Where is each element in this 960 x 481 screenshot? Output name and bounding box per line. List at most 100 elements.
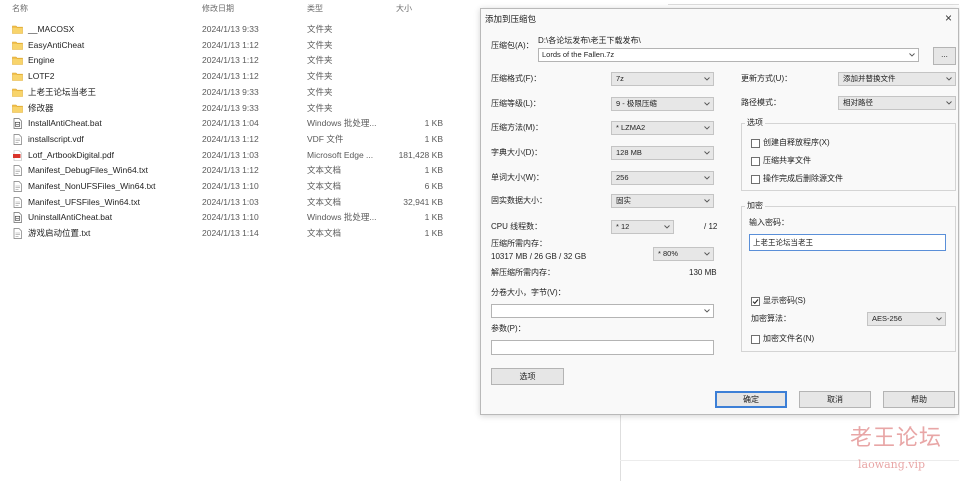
dialog-title: 添加到压缩包 [485, 14, 537, 24]
file-size: 1 KB [424, 118, 443, 129]
file-row[interactable]: 游戏启动位置.txt 2024/1/13 1:14 文本文档 1 KB [0, 226, 470, 241]
parameters-label: 参数(P)： [491, 324, 526, 333]
method-select[interactable]: * LZMA2 [611, 121, 714, 135]
column-header-type[interactable]: 类型 [307, 4, 323, 13]
show-password-label[interactable]: 显示密码(S) [763, 296, 806, 306]
memory-usage-select[interactable]: * 80% [653, 247, 714, 261]
close-icon[interactable]: × [945, 12, 952, 24]
file-name: installscript.vdf [28, 133, 84, 144]
volume-size-combobox[interactable] [491, 304, 714, 318]
compress-shared-files-checkbox[interactable] [751, 157, 760, 166]
ok-button[interactable]: 确定 [715, 391, 787, 408]
file-modified: 2024/1/13 1:04 [202, 118, 259, 129]
memory-compress-label: 压缩所需内存： [491, 239, 547, 248]
file-type: 文件夹 [307, 24, 333, 34]
update-mode-label: 更新方式(U)： [741, 74, 793, 83]
file-row[interactable]: 修改器 2024/1/13 9:33 文件夹 [0, 101, 470, 116]
file-modified: 2024/1/13 1:12 [202, 39, 259, 50]
encrypt-file-names-label[interactable]: 加密文件名(N) [763, 334, 814, 344]
file-name: UninstallAntiCheat.bat [28, 212, 113, 223]
chevron-down-icon [704, 126, 710, 130]
file-row[interactable]: EasyAntiCheat 2024/1/13 1:12 文件夹 [0, 38, 470, 53]
file-name: 上老王论坛当老王 [28, 86, 97, 97]
options-button[interactable]: 选项 [491, 368, 564, 385]
memory-decompress-label: 解压缩所需内存： [491, 268, 555, 277]
file-size: 32,941 KB [403, 196, 443, 207]
file-type: 文件夹 [307, 55, 333, 66]
update-mode-select[interactable]: 添加并替换文件 [838, 72, 956, 86]
help-button[interactable]: 帮助 [883, 391, 955, 408]
encryption-group-title: 加密 [745, 201, 765, 211]
folder-icon [12, 87, 23, 98]
column-header-name[interactable]: 名称 [12, 4, 28, 13]
file-row[interactable]: installscript.vdf 2024/1/13 1:12 VDF 文件 1 K… [0, 132, 470, 147]
word-size-select[interactable]: 256 [611, 171, 714, 185]
file-type: Microsoft Edge ... [307, 149, 374, 160]
path-mode-label: 路径模式： [741, 98, 781, 107]
create-sfx-label[interactable]: 创建自释放程序(X) [763, 138, 830, 148]
file-row[interactable]: __MACOSX 2024/1/13 9:33 文件夹 [0, 22, 470, 37]
file-modified: 2024/1/13 1:10 [202, 212, 259, 223]
file-name: InstallAntiCheat.bat [28, 118, 102, 129]
file-row[interactable]: UninstallAntiCheat.bat 2024/1/13 1:10 Wind… [0, 210, 470, 225]
delete-after-compression-label[interactable]: 操作完成后删除源文件 [763, 174, 843, 184]
method-value: * LZMA2 [616, 123, 646, 132]
column-header-size[interactable]: 大小 [396, 4, 412, 13]
column-header-modified[interactable]: 修改日期 [202, 4, 234, 13]
threads-label: CPU 线程数： [491, 222, 543, 231]
file-name: __MACOSX [28, 24, 75, 34]
level-select[interactable]: 9 - 极限压缩 [611, 97, 714, 111]
cancel-button[interactable]: 取消 [799, 391, 871, 408]
file-row[interactable]: InstallAntiCheat.bat 2024/1/13 1:04 Window… [0, 116, 470, 131]
encryption-method-select[interactable]: AES-256 [867, 312, 946, 326]
file-size: 1 KB [424, 228, 443, 239]
file-modified: 2024/1/13 9:33 [202, 86, 259, 97]
compress-shared-files-label[interactable]: 压缩共享文件 [763, 156, 811, 166]
format-select[interactable]: 7z [611, 72, 714, 86]
threads-select[interactable]: * 12 [611, 220, 674, 234]
file-type: 文本文档 [307, 181, 342, 191]
file-row[interactable]: Lotf_ArtbookDigital.pdf 2024/1/13 1:03 Mic… [0, 148, 470, 163]
dictionary-select[interactable]: 128 MB [611, 146, 714, 160]
word-size-label: 单词大小(W)： [491, 173, 544, 182]
password-input[interactable]: 上老王论坛当老王 [749, 234, 946, 251]
dictionary-value: 128 MB [616, 148, 642, 157]
chevron-down-icon [704, 151, 710, 155]
file-size: 1 KB [424, 133, 443, 144]
parameters-input[interactable] [491, 340, 714, 355]
file-row[interactable]: Manifest_UFSFiles_Win64.txt 2024/1/13 1:0… [0, 195, 470, 210]
file-row[interactable]: 上老王论坛当老王 2024/1/13 9:33 文件夹 [0, 85, 470, 100]
method-label: 压缩方法(M)： [491, 123, 543, 132]
file-modified: 2024/1/13 9:33 [202, 102, 259, 113]
chevron-down-icon [946, 101, 952, 105]
solid-block-select[interactable]: 固实 [611, 194, 714, 208]
file-row[interactable]: Manifest_DebugFiles_Win64.txt 2024/1/13 1… [0, 163, 470, 178]
memory-decompress-value: 130 MB [689, 268, 717, 277]
level-label: 压缩等级(L)： [491, 99, 541, 108]
file-modified: 2024/1/13 1:03 [202, 196, 259, 207]
file-name: Engine [28, 55, 55, 66]
file-modified: 2024/1/13 1:03 [202, 149, 259, 160]
chevron-down-icon [936, 317, 942, 321]
file-name: EasyAntiCheat [28, 39, 85, 50]
archive-name-value: Lords of the Fallen.7z [542, 50, 615, 59]
file-row[interactable]: LOTF2 2024/1/13 1:12 文件夹 [0, 69, 470, 84]
file-type: 文件夹 [307, 71, 333, 82]
file-modified: 2024/1/13 9:33 [202, 24, 259, 34]
file-name: Manifest_DebugFiles_Win64.txt [28, 165, 149, 176]
path-mode-select[interactable]: 相对路径 [838, 96, 956, 110]
file-size: 1 KB [424, 212, 443, 223]
file-name: Manifest_NonUFSFiles_Win64.txt [28, 181, 156, 191]
file-row[interactable]: Engine 2024/1/13 1:12 文件夹 [0, 53, 470, 68]
create-sfx-checkbox[interactable] [751, 139, 760, 148]
file-row[interactable]: Manifest_NonUFSFiles_Win64.txt 2024/1/13 … [0, 179, 470, 194]
archive-name-combobox[interactable]: Lords of the Fallen.7z [538, 48, 919, 62]
browse-button[interactable]: ... [933, 47, 956, 65]
threads-value: * 12 [616, 222, 630, 231]
solid-block-value: 固实 [616, 196, 631, 205]
show-password-checkbox[interactable] [751, 297, 760, 306]
file-modified: 2024/1/13 1:10 [202, 181, 259, 191]
chevron-down-icon [664, 225, 670, 229]
delete-after-compression-checkbox[interactable] [751, 175, 760, 184]
encrypt-file-names-checkbox[interactable] [751, 335, 760, 344]
